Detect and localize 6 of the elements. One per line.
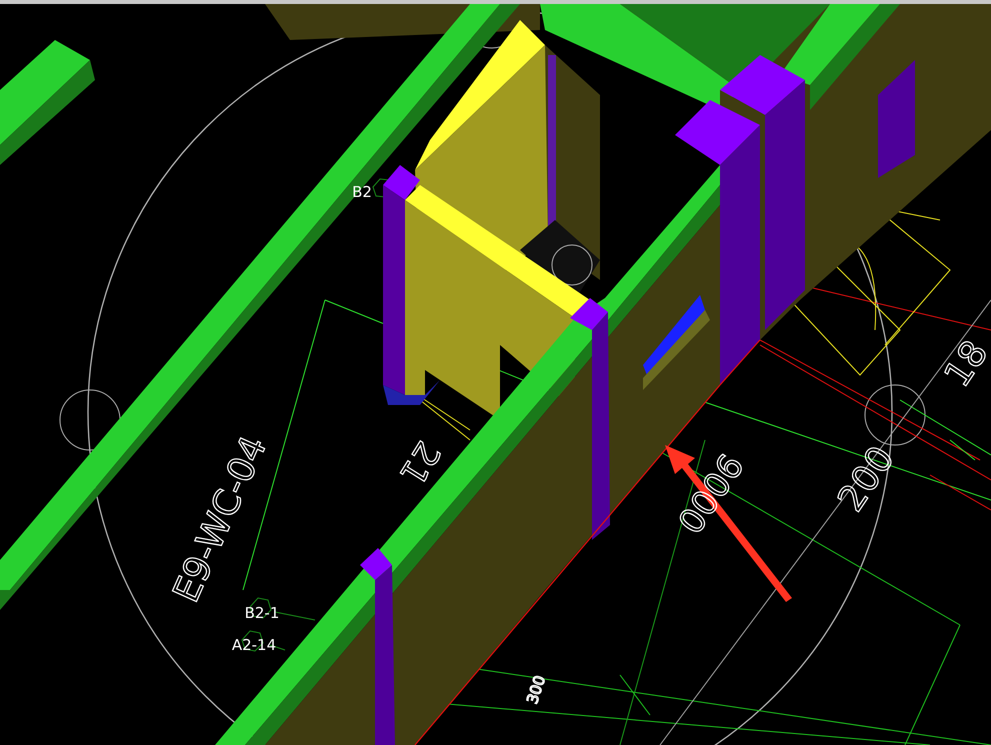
- dimension-label: 21: [391, 434, 448, 492]
- dimension-label: 300: [523, 673, 550, 706]
- grid-tag-label: A2-14: [232, 636, 276, 654]
- dimension-label: 18: [936, 334, 991, 395]
- grid-tag-label: B2: [352, 183, 372, 202]
- grid-tag-label: B2-1: [244, 604, 280, 622]
